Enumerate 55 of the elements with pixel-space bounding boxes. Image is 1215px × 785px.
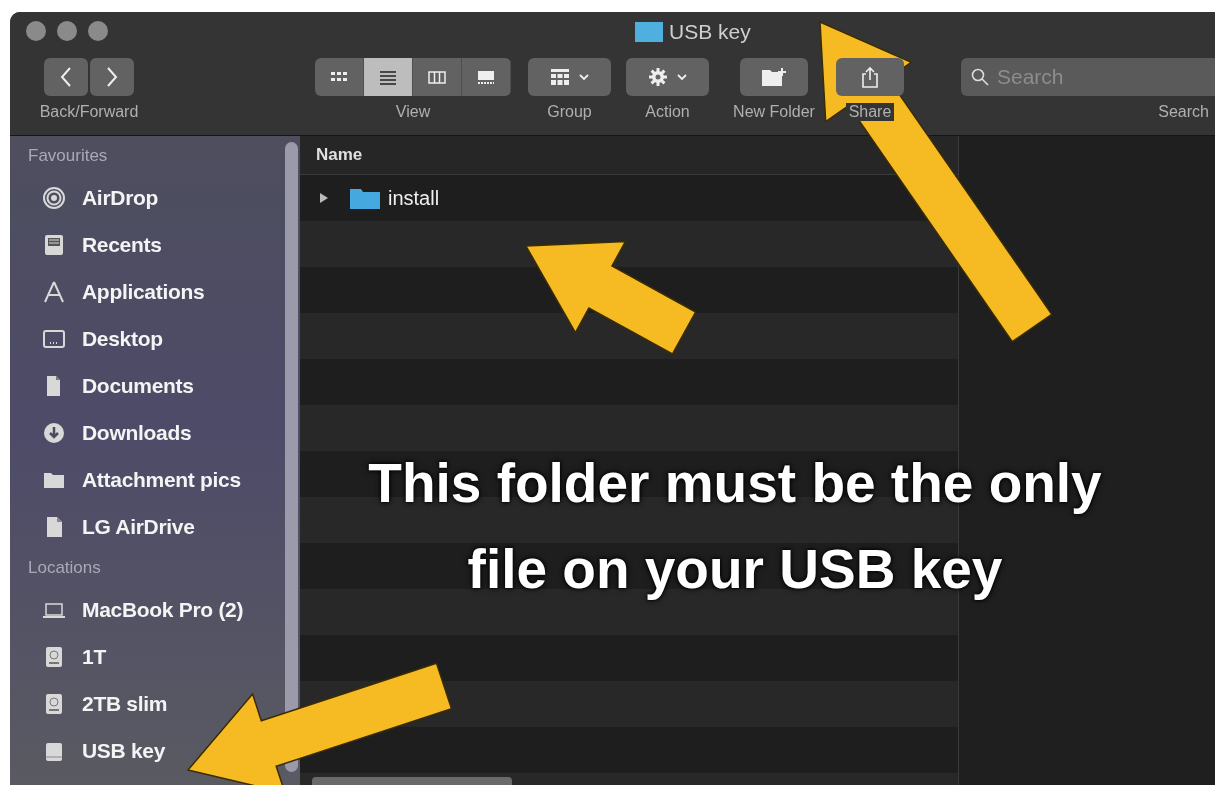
share-icon — [860, 66, 880, 88]
scrollbar[interactable] — [312, 777, 512, 785]
list-view-icon — [378, 68, 398, 86]
sidebar-item[interactable]: Attachment pics — [42, 456, 241, 503]
back-button[interactable] — [44, 58, 88, 96]
sidebar-item[interactable]: LG AirDrive — [42, 503, 195, 550]
toolbar-label: Back/Forward — [39, 103, 139, 121]
file-row[interactable]: install — [300, 175, 456, 221]
folder-icon — [350, 187, 380, 209]
window-control-button[interactable] — [26, 21, 46, 41]
window-control-button[interactable] — [88, 21, 108, 41]
window-title: USB key — [669, 20, 751, 44]
chevron-right-icon — [105, 66, 119, 88]
sidebar-item[interactable]: Applications — [42, 268, 205, 315]
annotation-text: This folder must be the only file on your USB key — [367, 451, 1103, 602]
toolbar-label: Share — [845, 103, 895, 121]
new-folder-button[interactable] — [740, 58, 808, 96]
forward-button[interactable] — [90, 58, 134, 96]
sidebar-item[interactable]: 2TB slim — [42, 680, 168, 727]
sidebar-item[interactable]: Documents — [42, 362, 194, 409]
sidebar-item[interactable]: MacBook Pro (2) — [42, 586, 244, 633]
sidebar-item[interactable]: USB key — [42, 727, 166, 774]
scrollbar[interactable] — [285, 142, 298, 772]
action-button[interactable] — [626, 58, 709, 96]
section-heading: Locations — [27, 558, 102, 579]
section-heading: Favourites — [27, 146, 109, 167]
view-mode-button[interactable] — [364, 58, 413, 96]
airdrop-icon — [42, 185, 66, 210]
chevron-down-icon — [577, 72, 590, 82]
grid-icon — [549, 68, 570, 86]
column-view-icon — [427, 68, 447, 86]
compass-icon — [42, 279, 66, 304]
gallery-view-icon — [476, 68, 496, 86]
column-header[interactable]: Name — [316, 145, 363, 165]
share-button[interactable] — [836, 58, 904, 96]
group-button[interactable] — [528, 58, 611, 96]
sidebar-item[interactable]: Downloads — [42, 409, 192, 456]
chevron-left-icon — [59, 66, 73, 88]
sidebar-item[interactable]: Desktop — [42, 315, 163, 362]
toolbar-label: Search — [1158, 103, 1209, 121]
toolbar-label: View — [395, 103, 431, 121]
tray-icon — [42, 232, 66, 257]
window-control-button[interactable] — [57, 21, 77, 41]
gear-icon — [647, 67, 668, 87]
toolbar-label: Action — [645, 103, 690, 121]
download-icon — [42, 420, 66, 445]
folder-plus-icon — [761, 67, 787, 87]
view-mode-control[interactable] — [315, 58, 511, 96]
toolbar-label: New Folder — [733, 103, 815, 121]
sidebar-item[interactable]: Recents — [42, 221, 162, 268]
folder-icon — [635, 21, 663, 43]
toolbar-label: Group — [547, 103, 592, 121]
sidebar-item[interactable]: AirDrop — [42, 174, 159, 221]
chevron-down-icon — [675, 72, 688, 82]
sidebar-item[interactable]: 1T — [42, 633, 106, 680]
